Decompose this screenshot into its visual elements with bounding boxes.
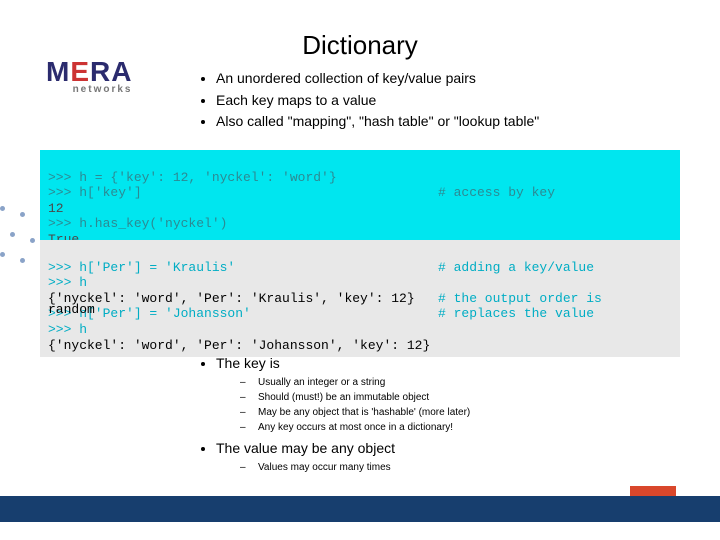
page-title: Dictionary xyxy=(0,30,720,61)
value-subitem: Values may occur many times xyxy=(240,460,470,475)
intro-item: Each key maps to a value xyxy=(216,90,539,112)
key-subitem: Any key occurs at most once in a diction… xyxy=(240,420,470,435)
details-list: The key is Usually an integer or a strin… xyxy=(200,354,470,479)
code-block-1: >>> h = {'key': 12, 'nyckel': 'word'} >>… xyxy=(40,150,680,252)
code-block-2: >>> h['Per'] = 'Kraulis'# adding a key/v… xyxy=(40,240,680,357)
key-heading: The key is Usually an integer or a strin… xyxy=(216,354,470,435)
intro-item: Also called "mapping", "hash table" or "… xyxy=(216,111,539,133)
footer-bar xyxy=(0,496,720,522)
key-subitem: Should (must!) be an immutable object xyxy=(240,390,470,405)
mera-logo: MERA networks xyxy=(46,56,132,95)
value-heading: The value may be any object Values may o… xyxy=(216,439,470,475)
intro-list: An unordered collection of key/value pai… xyxy=(200,68,539,133)
intro-item: An unordered collection of key/value pai… xyxy=(216,68,539,90)
key-subitem: Usually an integer or a string xyxy=(240,375,470,390)
key-subitem: May be any object that is 'hashable' (mo… xyxy=(240,405,470,420)
footer-accent xyxy=(630,486,676,496)
